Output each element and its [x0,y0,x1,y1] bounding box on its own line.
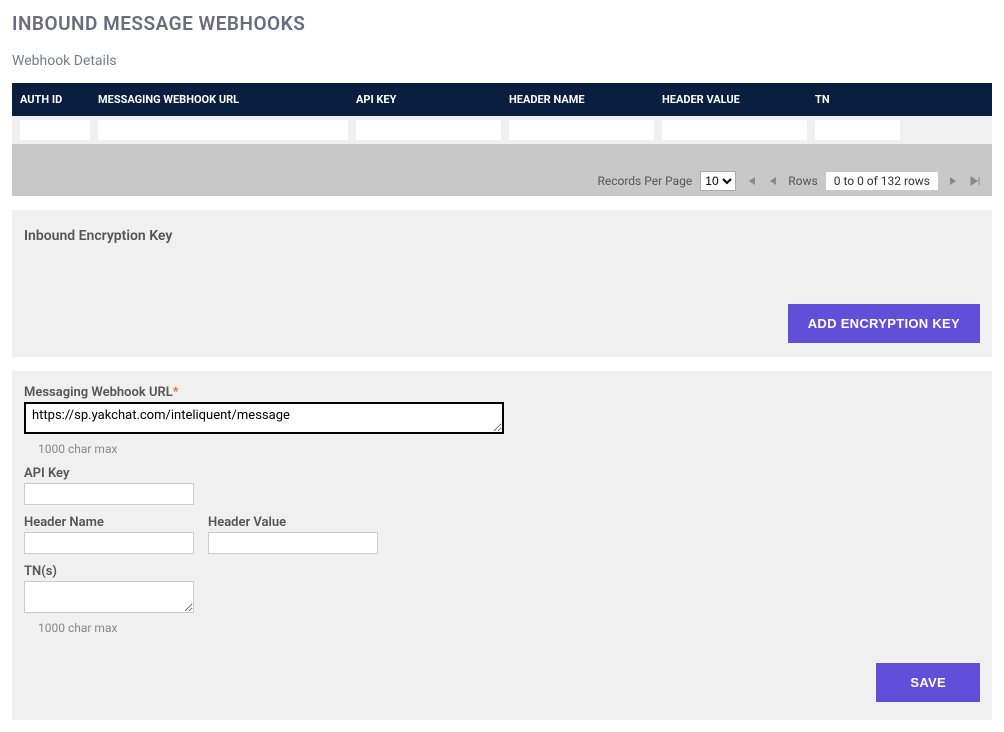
table-body-empty [12,144,992,166]
th-tn: TN [815,93,900,106]
pager: Records Per Page 10 Rows 0 to 0 of 132 r… [12,166,992,196]
filter-auth-id[interactable] [20,120,90,140]
save-button[interactable]: SAVE [876,663,980,702]
prev-page-icon[interactable] [766,174,780,188]
filter-api-key[interactable] [356,120,501,140]
encryption-title: Inbound Encryption Key [24,228,980,244]
tns-input[interactable] [24,581,194,613]
header-value-input[interactable] [208,532,378,554]
filter-tn[interactable] [815,120,900,140]
add-encryption-key-button[interactable]: ADD ENCRYPTION KEY [788,304,980,343]
records-per-page-label: Records Per Page [597,174,692,188]
rows-label: Rows [788,174,817,188]
tns-hint: 1000 char max [38,621,980,635]
rows-indicator: 0 to 0 of 132 rows [826,172,938,190]
webhook-form: Messaging Webhook URL* 1000 char max API… [12,371,992,720]
url-hint: 1000 char max [38,442,980,456]
table-header-row: AUTH ID MESSAGING WEBHOOK URL API KEY HE… [12,83,992,116]
api-key-input[interactable] [24,483,194,505]
filter-url[interactable] [98,120,348,140]
th-header-name: HEADER NAME [509,93,654,106]
webhook-table: AUTH ID MESSAGING WEBHOOK URL API KEY HE… [12,83,992,196]
header-name-label: Header Name [24,515,194,530]
tns-label: TN(s) [24,564,980,579]
filter-actions[interactable] [908,120,984,140]
th-actions [908,93,984,106]
api-key-label: API Key [24,466,980,481]
first-page-icon[interactable] [744,174,758,188]
next-page-icon[interactable] [946,174,960,188]
header-name-input[interactable] [24,532,194,554]
th-auth-id: AUTH ID [20,93,90,106]
section-title: Webhook Details [12,53,992,69]
last-page-icon[interactable] [968,174,982,188]
th-header-value: HEADER VALUE [662,93,807,106]
table-filter-row [12,116,992,144]
header-value-label: Header Value [208,515,378,530]
page-title: INBOUND MESSAGE WEBHOOKS [12,12,992,35]
filter-header-name[interactable] [509,120,654,140]
th-api-key: API KEY [356,93,501,106]
encryption-panel: Inbound Encryption Key ADD ENCRYPTION KE… [12,210,992,357]
records-per-page-select[interactable]: 10 [700,171,736,191]
th-url: MESSAGING WEBHOOK URL [98,93,348,106]
messaging-webhook-url-input[interactable] [24,402,504,434]
url-label: Messaging Webhook URL* [24,385,980,400]
filter-header-value[interactable] [662,120,807,140]
